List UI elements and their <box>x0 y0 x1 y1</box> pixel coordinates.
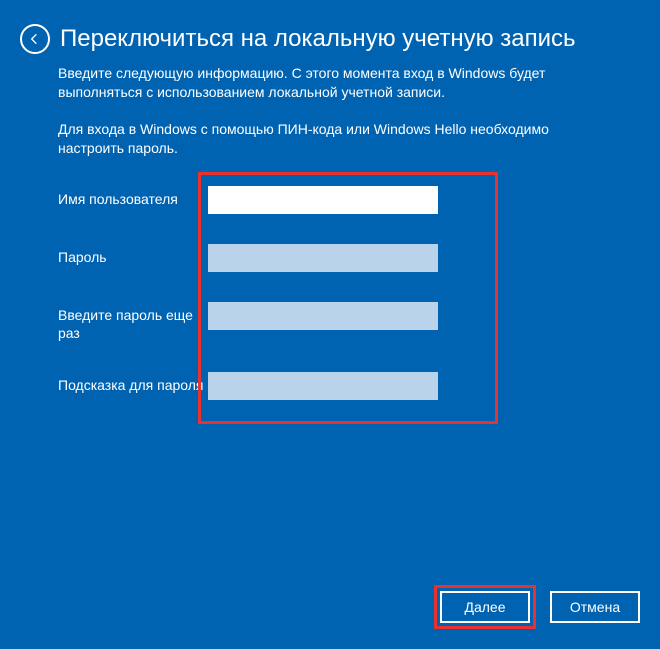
description-primary: Введите следующую информацию. С этого мо… <box>0 64 660 102</box>
confirm-password-input[interactable] <box>208 302 438 330</box>
label-hint: Подсказка для пароля <box>58 372 208 394</box>
description-secondary: Для входа в Windows с помощью ПИН-кода и… <box>0 120 660 158</box>
page-title: Переключиться на локальную учетную запис… <box>60 25 576 53</box>
form-area: Имя пользователя Пароль Введите пароль е… <box>58 186 660 400</box>
label-confirm: Введите пароль еще раз <box>58 302 208 342</box>
back-button[interactable] <box>20 24 50 54</box>
username-input[interactable] <box>208 186 438 214</box>
header: Переключиться на локальную учетную запис… <box>0 0 660 64</box>
next-button[interactable]: Далее <box>440 591 530 623</box>
cancel-button[interactable]: Отмена <box>550 591 640 623</box>
password-hint-input[interactable] <box>208 372 438 400</box>
label-password: Пароль <box>58 244 208 266</box>
password-input[interactable] <box>208 244 438 272</box>
label-username: Имя пользователя <box>58 186 208 208</box>
arrow-left-icon <box>27 31 43 47</box>
highlight-next-button: Далее <box>434 585 536 629</box>
row-hint: Подсказка для пароля <box>58 372 660 400</box>
footer: Далее Отмена <box>434 585 640 629</box>
row-confirm: Введите пароль еще раз <box>58 302 660 342</box>
row-username: Имя пользователя <box>58 186 660 214</box>
row-password: Пароль <box>58 244 660 272</box>
